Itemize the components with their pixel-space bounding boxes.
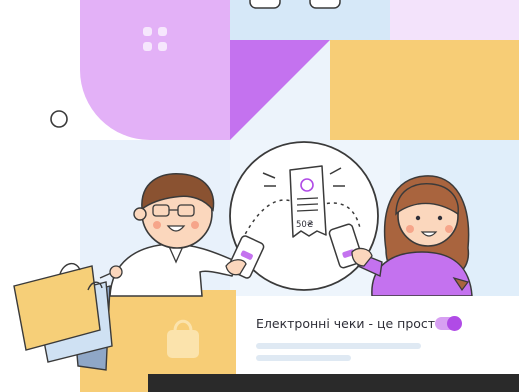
bg-block-yellow xyxy=(330,40,519,140)
receipt: 50₴ xyxy=(289,165,327,238)
feature-toggle[interactable] xyxy=(435,316,462,331)
device-icon xyxy=(309,0,341,9)
placeholder-line xyxy=(256,355,351,361)
circle-outline-icon xyxy=(50,110,68,128)
toggle-knob xyxy=(447,316,462,331)
footer-bar xyxy=(148,374,519,392)
bg-block-lilac xyxy=(80,0,230,140)
promo-banner: 50₴ Електронні чеки - це просто xyxy=(0,0,519,392)
receipt-amount: 50₴ xyxy=(296,220,314,230)
placeholder-line xyxy=(256,343,421,349)
bg-block-top-pink xyxy=(390,0,519,40)
card-title: Електронні чеки - це просто xyxy=(256,316,443,331)
feature-card: Електронні чеки - це просто xyxy=(236,296,519,374)
device-icon xyxy=(249,0,281,9)
